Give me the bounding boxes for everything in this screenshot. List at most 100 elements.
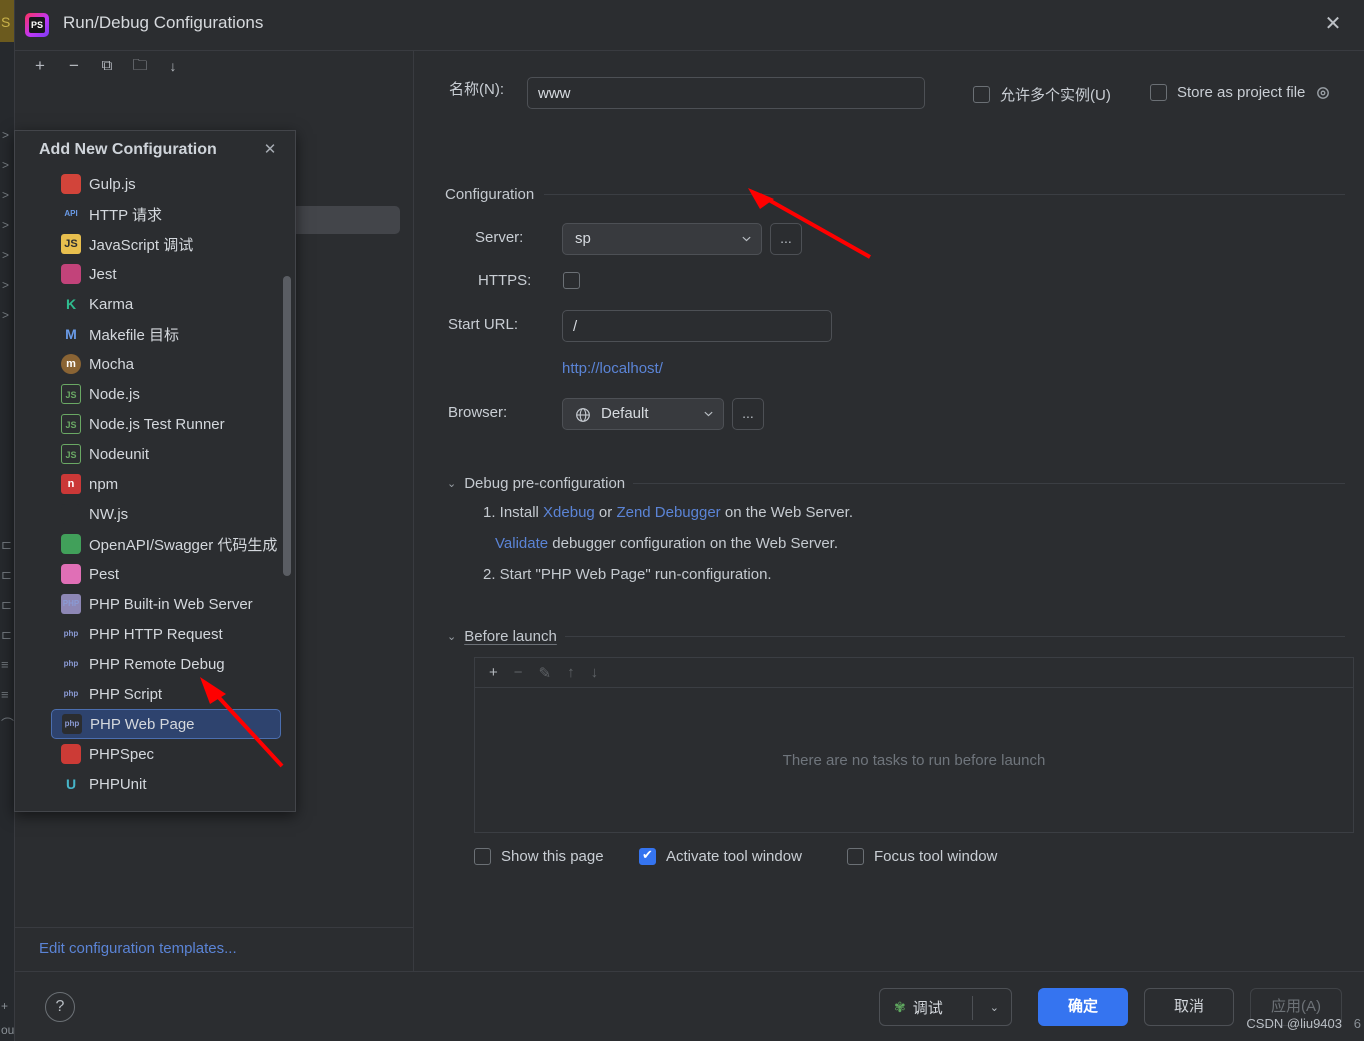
config-type-item[interactable]: U PHPUnit xyxy=(15,769,295,799)
browser-combobox[interactable]: Default xyxy=(562,398,724,430)
config-type-label: Node.js xyxy=(89,385,140,403)
name-label: 名称(N): xyxy=(449,81,504,98)
xdebug-link[interactable]: Xdebug xyxy=(543,504,595,521)
config-type-label: Karma xyxy=(89,295,134,313)
phpunit-icon: U xyxy=(61,774,81,794)
https-label-wrap: HTTPS: xyxy=(478,272,531,289)
config-type-item[interactable]: Gulp.js xyxy=(15,169,295,199)
configuration-group: Configuration xyxy=(445,186,1345,203)
phpspec-icon xyxy=(61,744,81,764)
chevron-down-icon[interactable]: ⌄ xyxy=(990,1001,999,1014)
config-type-item[interactable]: m Mocha xyxy=(15,349,295,379)
focus-tool-window-label: Focus tool window xyxy=(874,848,998,865)
allow-multiple-instances-checkbox[interactable] xyxy=(973,86,990,103)
edit-configuration-templates-link[interactable]: Edit configuration templates... xyxy=(39,940,237,957)
config-type-label: HTTP 请求 xyxy=(89,206,163,224)
ok-button[interactable]: 确定 xyxy=(1038,988,1128,1026)
config-type-label: PHP HTTP Request xyxy=(89,625,223,643)
config-type-item[interactable]: php PHP Script xyxy=(15,679,295,709)
configuration-type-list[interactable]: Gulp.js API HTTP 请求 JS JavaScript 调试 Jest K Kar… xyxy=(15,169,295,799)
group-divider xyxy=(633,483,1345,484)
https-checkbox[interactable] xyxy=(563,272,580,289)
server-browse-button[interactable]: ... xyxy=(770,223,802,255)
activate-tool-window-checkbox[interactable] xyxy=(639,847,656,865)
chevron-down-icon[interactable]: ⌄ xyxy=(447,630,456,643)
config-type-item[interactable]: M Makefile 目标 xyxy=(15,319,295,349)
config-type-item[interactable]: php PHP Remote Debug xyxy=(15,649,295,679)
zend-debugger-link[interactable]: Zend Debugger xyxy=(616,504,720,521)
show-this-page-checkbox[interactable] xyxy=(474,848,491,865)
copy-configuration-button[interactable]: ⧉ xyxy=(94,53,120,79)
ide-left-strip: S > > > > > > > ⊏ ⊏ ⊏ ⊏ ≡ ≡ ⌒ + ou xyxy=(0,0,14,1041)
focus-tool-window-checkbox[interactable] xyxy=(847,848,864,865)
before-launch-empty-text: There are no tasks to run before launch xyxy=(782,751,1046,769)
ide-bottom-text: ou xyxy=(1,1023,15,1037)
cancel-button[interactable]: 取消 xyxy=(1144,988,1234,1026)
config-type-item[interactable]: php PHP HTTP Request xyxy=(15,619,295,649)
edit-task-button: ✎ xyxy=(538,664,552,682)
config-type-item[interactable]: OpenAPI/Swagger 代码生成 xyxy=(15,529,295,559)
store-as-project-file-checkbox[interactable] xyxy=(1150,84,1167,101)
dialog-title-bar: PS Run/Debug Configurations ✕ xyxy=(15,0,1364,50)
nodejs-test-runner-icon: JS xyxy=(61,414,81,434)
close-icon[interactable]: ✕ xyxy=(1322,14,1344,36)
server-value: sp xyxy=(575,230,591,247)
config-type-item[interactable]: Jest xyxy=(15,259,295,289)
add-configuration-button[interactable]: + xyxy=(27,53,53,79)
config-type-item[interactable]: K Karma xyxy=(15,289,295,319)
store-as-project-file-row: Store as project file xyxy=(1150,84,1331,101)
add-task-button[interactable]: + xyxy=(489,664,498,681)
config-type-item[interactable]: PHP PHP Built-in Web Server xyxy=(15,589,295,619)
php-http-request-icon: php xyxy=(61,624,81,644)
config-type-item[interactable]: NW.js xyxy=(15,499,295,529)
popup-close-icon[interactable]: ✕ xyxy=(261,141,279,159)
start-url-label: Start URL: xyxy=(448,316,519,333)
javascript-icon: JS xyxy=(61,234,81,254)
config-type-item[interactable]: JS Node.js Test Runner xyxy=(15,409,295,439)
configuration-editor-panel: 名称(N): 允许多个实例(U) Store as project file C… xyxy=(415,51,1364,971)
browser-browse-button[interactable]: ... xyxy=(732,398,764,430)
config-type-label: NW.js xyxy=(89,505,129,523)
before-launch-group[interactable]: ⌄ Before launch xyxy=(447,628,1345,645)
validate-link[interactable]: Validate xyxy=(495,535,548,552)
remove-configuration-button[interactable]: − xyxy=(61,53,87,79)
config-type-item[interactable]: JS Node.js xyxy=(15,379,295,409)
config-type-item[interactable]: php PHP Web Page xyxy=(51,709,281,739)
debug-button[interactable]: ✾ 调试 ⌄ xyxy=(879,988,1012,1026)
run-debug-configurations-dialog: PS Run/Debug Configurations ✕ + − ⧉ 🗀 ↓ … xyxy=(14,0,1364,1041)
debug-pre-configuration-label: Debug pre-configuration xyxy=(464,475,626,492)
browser-label-wrap: Browser: xyxy=(448,404,507,421)
http-request-icon: API xyxy=(61,204,81,224)
activate-tool-window-label: Activate tool window xyxy=(666,848,802,865)
config-type-item[interactable]: n npm xyxy=(15,469,295,499)
start-url-input[interactable] xyxy=(562,310,832,342)
config-type-item[interactable]: JS Nodeunit xyxy=(15,439,295,469)
chevron-down-icon xyxy=(704,411,713,417)
chevron-down-icon[interactable]: ⌄ xyxy=(447,477,456,490)
name-input[interactable] xyxy=(527,77,925,109)
config-type-item[interactable]: JS JavaScript 调试 xyxy=(15,229,295,259)
browser-label: Browser: xyxy=(448,404,508,421)
help-button[interactable]: ? xyxy=(45,992,75,1022)
sort-alphabetically-button[interactable]: ↓ xyxy=(160,53,186,79)
move-task-up-button: ↑ xyxy=(567,664,575,681)
new-folder-button[interactable]: 🗀 xyxy=(127,53,153,79)
popup-scrollbar[interactable] xyxy=(283,276,291,576)
allow-multiple-instances-label: 允许多个实例(U) xyxy=(1000,87,1111,104)
gear-icon[interactable] xyxy=(1315,85,1331,101)
config-type-item[interactable]: API HTTP 请求 xyxy=(15,199,295,229)
debug-pre-configuration-group[interactable]: ⌄ Debug pre-configuration xyxy=(447,475,1345,492)
resolved-url-link[interactable]: http://localhost/ xyxy=(562,360,663,377)
allow-multiple-instances-row: 允许多个实例(U) xyxy=(973,84,1111,105)
store-as-project-file-label: Store as project file xyxy=(1177,84,1306,101)
step1-suffix: on the Web Server. xyxy=(720,504,853,521)
openapi-swagger-icon xyxy=(61,534,81,554)
jest-icon xyxy=(61,264,81,284)
https-label: HTTPS: xyxy=(478,272,532,289)
server-combobox[interactable]: sp xyxy=(562,223,762,255)
config-type-item[interactable]: PHPSpec xyxy=(15,739,295,769)
config-type-item[interactable]: Pest xyxy=(15,559,295,589)
mocha-icon: m xyxy=(61,354,81,374)
makefile-icon: M xyxy=(61,324,81,344)
focus-tool-window-row: Focus tool window xyxy=(847,848,997,865)
